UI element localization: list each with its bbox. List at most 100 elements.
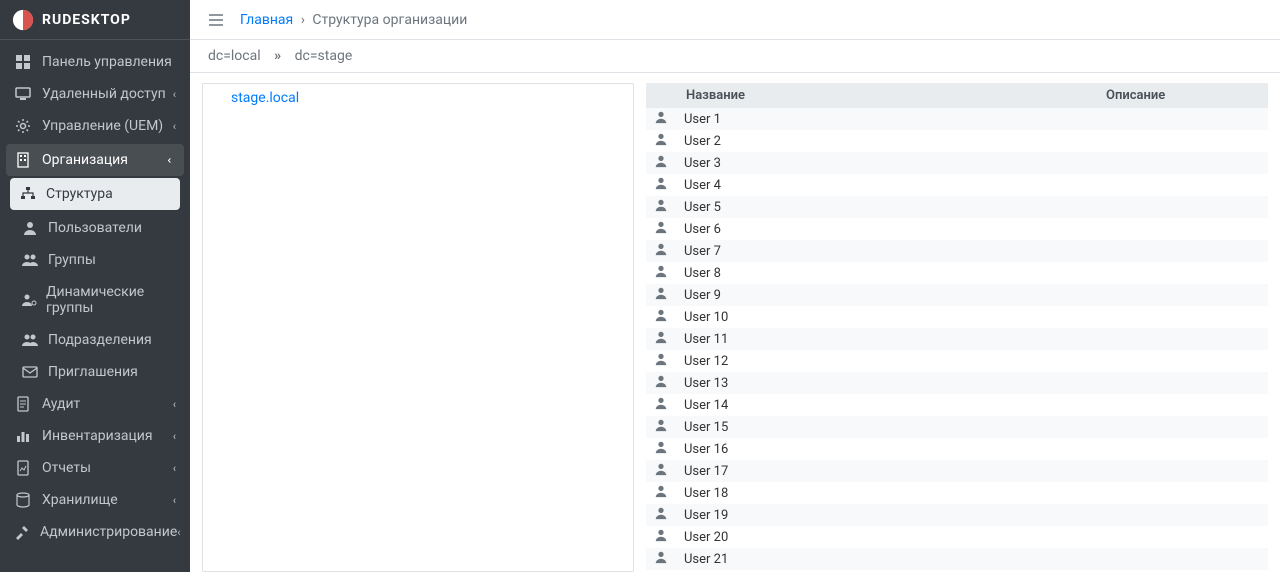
- breadcrumb-current: Структура организации: [312, 12, 467, 28]
- breadcrumb-home[interactable]: Главная: [240, 12, 293, 28]
- cell-desc: [1096, 328, 1268, 350]
- cell-desc: [1096, 526, 1268, 548]
- table-row[interactable]: User 4: [646, 174, 1268, 196]
- user-icon: [654, 308, 668, 322]
- report-icon: [14, 460, 32, 476]
- nav-organization[interactable]: Организация ⌄: [6, 144, 184, 176]
- remote-icon: [14, 86, 32, 102]
- table-row[interactable]: User 1: [646, 108, 1268, 130]
- subnav-departments[interactable]: Подразделения: [0, 324, 190, 356]
- cell-desc: [1096, 130, 1268, 152]
- cell-name: User 21: [676, 548, 1096, 570]
- nav-label: Организация: [42, 152, 128, 168]
- nav-label: Инвентаризация: [42, 428, 153, 444]
- cell-name: User 12: [676, 350, 1096, 372]
- user-icon: [654, 198, 668, 212]
- cell-name: User 4: [676, 174, 1096, 196]
- chart-icon: [14, 428, 32, 444]
- sidebar-nav: Панель управления Удаленный доступ ‹ Упр…: [0, 40, 190, 572]
- path-segment-1[interactable]: dc=local: [208, 48, 261, 64]
- user-icon: [654, 352, 668, 366]
- path-bar: dc=local » dc=stage: [190, 40, 1280, 73]
- dashboard-icon: [14, 54, 32, 70]
- subnav-dynamic-groups[interactable]: Динамические группы: [0, 276, 190, 324]
- table-row[interactable]: User 14: [646, 394, 1268, 416]
- tree-root[interactable]: stage.local: [203, 84, 633, 112]
- database-icon: [14, 492, 32, 508]
- table-row[interactable]: User 15: [646, 416, 1268, 438]
- subnav-users[interactable]: Пользователи: [0, 212, 190, 244]
- cell-name: User 16: [676, 438, 1096, 460]
- tools-icon: [14, 524, 30, 540]
- nav-inventory[interactable]: Инвентаризация ‹: [0, 420, 190, 452]
- brand[interactable]: RUDESKTOP: [0, 0, 190, 40]
- cell-name: User 7: [676, 240, 1096, 262]
- user-icon: [654, 374, 668, 388]
- col-name[interactable]: Название: [676, 83, 1096, 108]
- table-row[interactable]: User 21: [646, 548, 1268, 570]
- user-icon: [654, 462, 668, 476]
- nav-reports[interactable]: Отчеты ‹: [0, 452, 190, 484]
- table-row[interactable]: User 3: [646, 152, 1268, 174]
- envelope-icon: [22, 364, 40, 380]
- chevron-left-icon: ‹: [173, 120, 176, 133]
- cell-desc: [1096, 438, 1268, 460]
- cell-desc: [1096, 350, 1268, 372]
- cell-name: User 1: [676, 108, 1096, 130]
- cell-desc: [1096, 306, 1268, 328]
- breadcrumb: Главная › Структура организации: [240, 12, 467, 28]
- cell-desc: [1096, 152, 1268, 174]
- cell-desc: [1096, 240, 1268, 262]
- subnav-label: Динамические группы: [46, 284, 176, 316]
- cell-name: User 11: [676, 328, 1096, 350]
- subnav-invites[interactable]: Приглашения: [0, 356, 190, 388]
- chevron-left-icon: ‹: [177, 526, 180, 539]
- main: Главная › Структура организации dc=local…: [190, 0, 1280, 572]
- cell-desc: [1096, 460, 1268, 482]
- nav-uem[interactable]: Управление (UEM) ‹: [0, 110, 190, 142]
- subnav-groups[interactable]: Группы: [0, 244, 190, 276]
- cell-desc: [1096, 548, 1268, 570]
- table-row[interactable]: User 2: [646, 130, 1268, 152]
- table-row[interactable]: User 10: [646, 306, 1268, 328]
- hamburger-icon[interactable]: [208, 12, 224, 28]
- table-row[interactable]: User 8: [646, 262, 1268, 284]
- chevron-left-icon: ‹: [173, 494, 176, 507]
- table-row[interactable]: User 13: [646, 372, 1268, 394]
- nav-storage[interactable]: Хранилище ‹: [0, 484, 190, 516]
- cell-name: User 13: [676, 372, 1096, 394]
- table-row[interactable]: User 12: [646, 350, 1268, 372]
- table-row[interactable]: User 9: [646, 284, 1268, 306]
- table-row[interactable]: User 5: [646, 196, 1268, 218]
- nav-audit[interactable]: Аудит ‹: [0, 388, 190, 420]
- table-row[interactable]: User 19: [646, 504, 1268, 526]
- tree-panel: stage.local: [202, 83, 634, 572]
- col-desc[interactable]: Описание: [1096, 83, 1268, 108]
- subnav-label: Группы: [48, 252, 96, 268]
- subnav-structure[interactable]: Структура: [10, 178, 180, 210]
- nav-label: Отчеты: [42, 460, 91, 476]
- nav-label: Хранилище: [42, 492, 118, 508]
- user-icon: [654, 550, 668, 564]
- table-row[interactable]: User 17: [646, 460, 1268, 482]
- table-row[interactable]: User 20: [646, 526, 1268, 548]
- nav-label: Удаленный доступ: [42, 86, 166, 102]
- user-icon: [654, 110, 668, 124]
- table-row[interactable]: User 6: [646, 218, 1268, 240]
- user-icon: [654, 264, 668, 278]
- user-icon: [654, 528, 668, 542]
- table-row[interactable]: User 7: [646, 240, 1268, 262]
- table-row[interactable]: User 11: [646, 328, 1268, 350]
- user-icon: [654, 154, 668, 168]
- cell-name: User 17: [676, 460, 1096, 482]
- nav-label: Панель управления: [42, 54, 172, 70]
- table-row[interactable]: User 16: [646, 438, 1268, 460]
- nav-remote-access[interactable]: Удаленный доступ ‹: [0, 78, 190, 110]
- cell-desc: [1096, 416, 1268, 438]
- sitemap-icon: [20, 186, 38, 202]
- nav-label: Аудит: [42, 396, 80, 412]
- path-segment-2[interactable]: dc=stage: [295, 48, 353, 64]
- nav-dashboard[interactable]: Панель управления: [0, 46, 190, 78]
- nav-admin[interactable]: Администрирование ‹: [0, 516, 190, 548]
- table-row[interactable]: User 18: [646, 482, 1268, 504]
